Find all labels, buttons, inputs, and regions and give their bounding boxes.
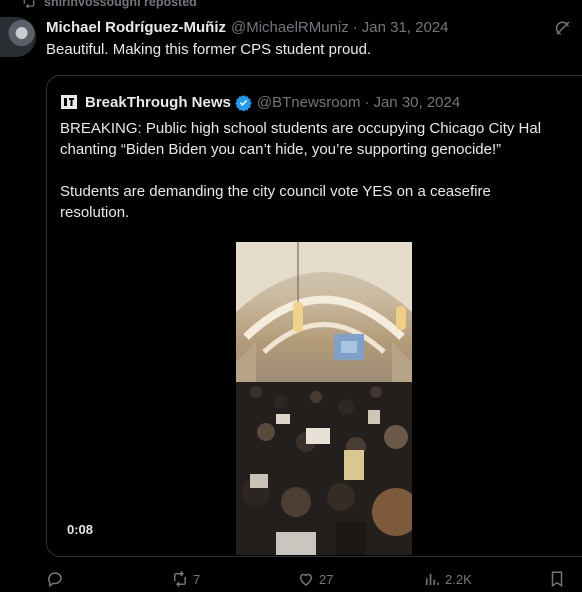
reply-button[interactable] [46,566,68,592]
quoted-date[interactable]: Jan 30, 2024 [373,94,460,111]
author-handle[interactable]: @MichaelRMuniz [231,19,349,36]
quoted-text: BREAKING: Public high school students ar… [60,118,582,223]
quoted-handle[interactable]: @BTnewsroom [257,94,361,111]
quoted-header: BreakThrough News @BTnewsroom · Jan 30, … [61,92,460,112]
quoted-tweet[interactable]: BreakThrough News @BTnewsroom · Jan 30, … [46,75,582,557]
action-bar: 7 27 2.2K [0,566,582,592]
like-button[interactable]: 27 [297,566,333,592]
video-player[interactable]: 0:08 [47,242,582,556]
views-count: 2.2K [445,571,472,587]
video-thumbnail[interactable] [236,242,412,555]
quoted-text-line: Students are demanding the city council … [60,183,491,200]
analytics-icon [425,573,439,585]
quoted-separator: · [364,93,370,111]
breakthrough-logo-icon[interactable] [61,94,77,110]
tweet-date[interactable]: Jan 31, 2024 [362,19,449,36]
repost-icon [23,0,35,9]
repost-indicator[interactable]: shirinvossoughi reposted [22,0,197,9]
video-duration: 0:08 [67,522,94,537]
reply-icon [48,572,62,588]
repost-label: shirinvossoughi reposted [44,0,197,9]
retweet-icon [174,570,186,588]
avatar[interactable] [0,17,36,57]
quoted-author-name[interactable]: BreakThrough News [85,94,231,111]
quoted-text-line: BREAKING: Public high school students ar… [60,120,542,137]
tweet-header: Michael Rodríguez-Muñiz @MichaelRMuniz ·… [46,17,570,37]
heart-icon [299,573,313,586]
author-name[interactable]: Michael Rodríguez-Muñiz [46,19,226,36]
bookmark-icon [551,571,563,588]
grok-icon[interactable] [554,19,572,37]
header-separator: · [352,18,358,36]
quoted-text-line: chanting “Biden Biden you can’t hide, yo… [60,141,502,158]
repost-button[interactable]: 7 [171,566,200,592]
verified-badge-icon [235,94,252,111]
repost-count: 7 [193,571,201,587]
views-button[interactable]: 2.2K [423,566,472,592]
bookmark-button[interactable] [548,566,566,592]
quoted-text-line: resolution. [60,204,130,221]
like-count: 27 [319,571,334,587]
tweet-text: Beautiful. Making this former CPS studen… [46,41,372,58]
